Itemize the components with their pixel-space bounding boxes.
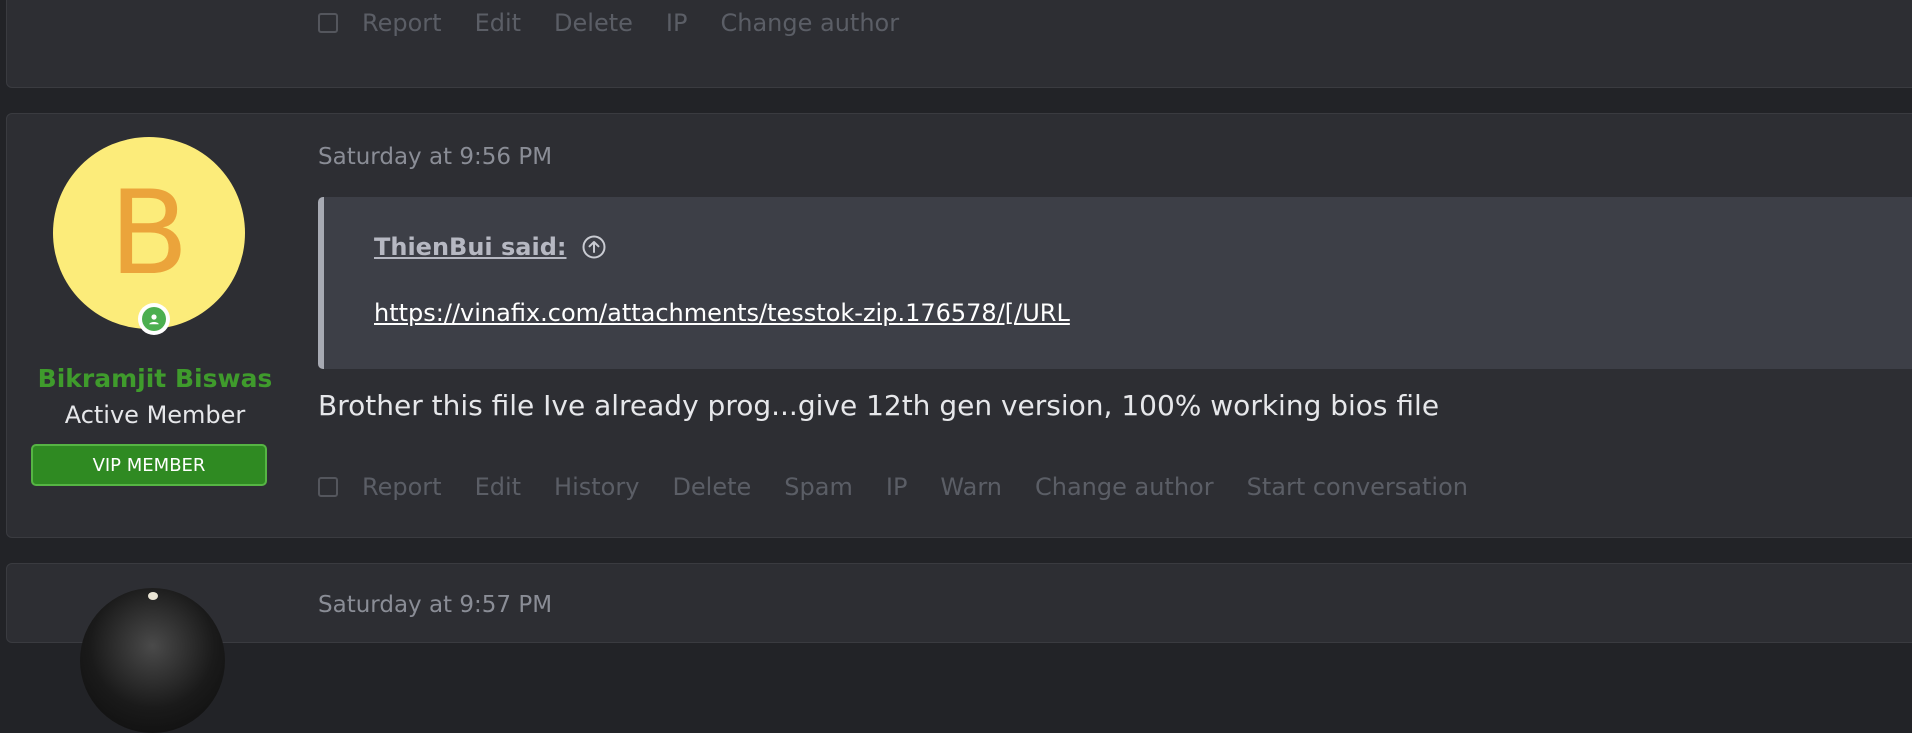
avatar[interactable] (80, 588, 225, 733)
history-link[interactable]: History (554, 463, 639, 511)
change-author-link[interactable]: Change author (720, 0, 899, 47)
username[interactable]: Bikramjit Biswas (7, 364, 303, 393)
post-actions: Report Edit Delete IP Change author (318, 0, 932, 47)
quote-url-link[interactable]: https://vinafix.com/attachments/tesstok-… (374, 299, 1070, 327)
post-message: Brother this file Ive already prog...giv… (318, 389, 1440, 422)
post-bikramjit: B Bikramjit Biswas Active Member VIP MEM… (6, 113, 1912, 538)
post-previous: Report Edit Delete IP Change author (6, 0, 1912, 88)
user-banner: VIP MEMBER (31, 444, 267, 486)
user-online-icon (142, 307, 166, 331)
report-link[interactable]: Report (362, 463, 442, 511)
edit-link[interactable]: Edit (475, 0, 521, 47)
report-link[interactable]: Report (362, 0, 442, 47)
quote-block: ThienBui said: https://vinafix.com/attac… (318, 197, 1912, 369)
user-title: Active Member (64, 401, 246, 429)
post-date[interactable]: Saturday at 9:57 PM (318, 592, 552, 618)
select-checkbox[interactable] (318, 13, 338, 33)
jump-to-quote-icon[interactable] (581, 234, 607, 260)
spam-link[interactable]: Spam (784, 463, 853, 511)
ip-link[interactable]: IP (666, 0, 688, 47)
quote-header: ThienBui said: (374, 233, 607, 261)
avatar-container: B (53, 137, 245, 335)
post-date[interactable]: Saturday at 9:56 PM (318, 144, 552, 170)
delete-link[interactable]: Delete (672, 463, 751, 511)
avatar[interactable]: B (53, 137, 245, 329)
ip-link[interactable]: IP (886, 463, 908, 511)
start-conversation-link[interactable]: Start conversation (1247, 463, 1468, 511)
post-actions: Report Edit History Delete Spam IP Warn … (318, 463, 1501, 511)
online-status-badge (138, 303, 170, 335)
delete-link[interactable]: Delete (554, 0, 633, 47)
change-author-link[interactable]: Change author (1035, 463, 1214, 511)
post-next: Saturday at 9:57 PM (6, 563, 1912, 733)
warn-link[interactable]: Warn (940, 463, 1002, 511)
quote-author-link[interactable]: ThienBui said: (374, 233, 567, 261)
select-checkbox[interactable] (318, 477, 338, 497)
edit-link[interactable]: Edit (475, 463, 521, 511)
